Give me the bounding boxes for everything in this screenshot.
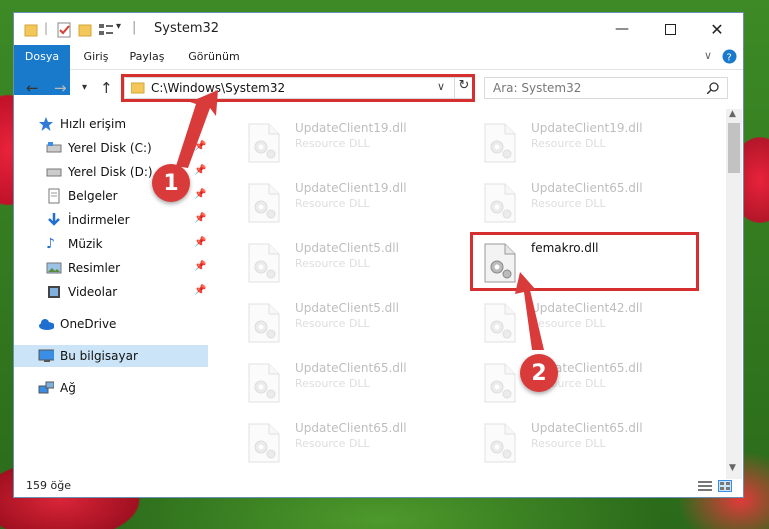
annotation-arrows — [176, 90, 544, 350]
step-1-badge: 1 — [152, 164, 190, 202]
step-2-badge: 2 — [520, 354, 558, 392]
arrow-2 — [515, 272, 544, 350]
arrow-1 — [176, 90, 218, 168]
